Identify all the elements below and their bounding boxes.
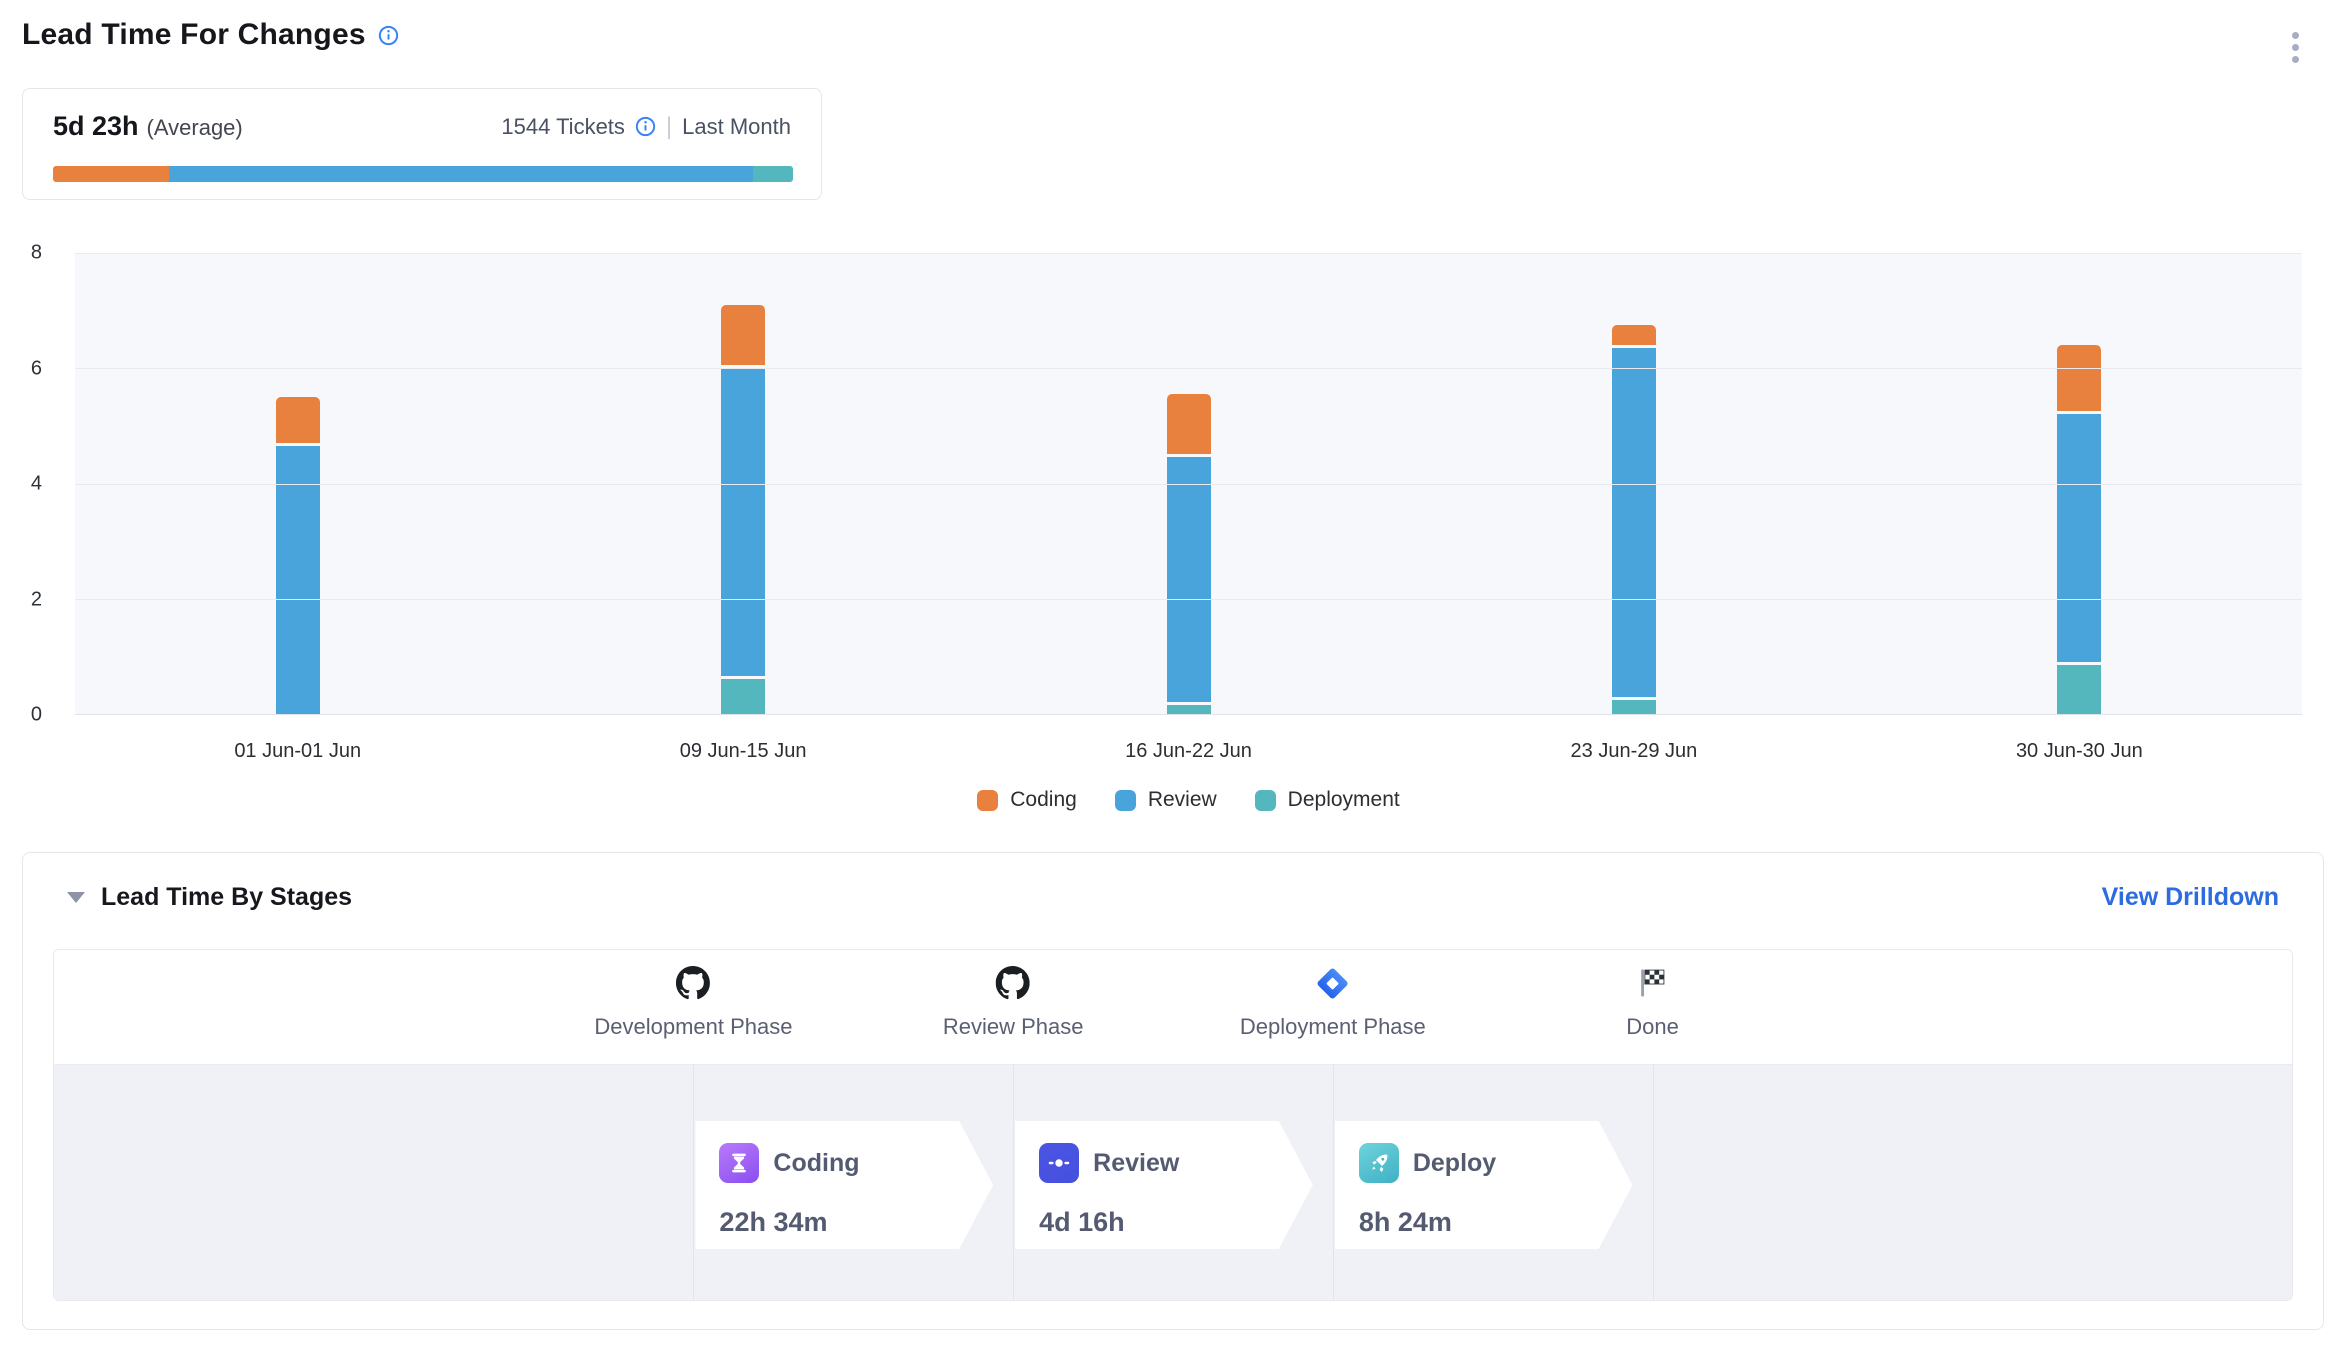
separator: | xyxy=(666,113,672,141)
y-axis-tick-label: 0 xyxy=(31,704,42,727)
collapse-triangle-icon[interactable] xyxy=(67,892,85,903)
bar-segment-coding[interactable] xyxy=(276,397,320,443)
stage-table-body: Coding 22h 34m Review 4d 16h Deploy 8h 24m xyxy=(54,1064,2292,1300)
legend-label: Deployment xyxy=(1288,788,1400,812)
bar-segment-review[interactable] xyxy=(276,446,320,714)
phase-divider-line xyxy=(693,1064,694,1300)
bar-segment-deployment[interactable] xyxy=(721,679,765,714)
rocket-icon xyxy=(1359,1143,1399,1183)
stage-value: 8h 24m xyxy=(1359,1207,1633,1238)
kebab-menu-icon[interactable] xyxy=(2288,28,2303,67)
widget-header: Lead Time For Changes xyxy=(22,18,399,52)
hourglass-icon xyxy=(719,1143,759,1183)
phase-marker-done: Done xyxy=(1626,964,1679,1040)
stage-card-review[interactable]: Review 4d 16h xyxy=(1015,1121,1313,1249)
summary-progress-review xyxy=(169,166,753,182)
bar-segment-review[interactable] xyxy=(1612,348,1656,697)
x-axis-label: 23 Jun-29 Jun xyxy=(1411,740,1856,763)
gridline xyxy=(75,599,2302,600)
summary-progress-deployment xyxy=(753,166,793,182)
legend-swatch xyxy=(1255,790,1276,811)
legend-swatch xyxy=(1115,790,1136,811)
phase-label: Done xyxy=(1626,1014,1679,1040)
checkered-flag-icon xyxy=(1634,964,1672,1002)
bar-segment-review[interactable] xyxy=(1167,457,1211,702)
stage-table-header: Development Phase Review Phase Deployment … xyxy=(54,950,2292,1064)
legend-swatch xyxy=(977,790,998,811)
y-axis-tick-label: 4 xyxy=(31,473,42,496)
bar-segment-deployment[interactable] xyxy=(1167,705,1211,714)
legend-label: Review xyxy=(1148,788,1217,812)
plot-area xyxy=(75,253,2302,715)
legend-item-coding[interactable]: Coding xyxy=(977,788,1077,812)
stage-card-header: Deploy xyxy=(1359,1143,1633,1183)
phase-marker-development-phase: Development Phase xyxy=(594,964,792,1040)
stages-title: Lead Time By Stages xyxy=(101,883,352,912)
y-axis-labels: 02468 xyxy=(0,253,48,715)
legend-item-deployment[interactable]: Deployment xyxy=(1255,788,1400,812)
phase-marker-deployment-phase: Deployment Phase xyxy=(1240,964,1426,1040)
jira-diamond-icon xyxy=(1314,964,1352,1002)
gridline xyxy=(75,253,2302,254)
lead-time-by-stages-panel: Lead Time By Stages View Drilldown Devel… xyxy=(22,852,2324,1330)
bar-segment-deployment[interactable] xyxy=(1612,700,1656,714)
phase-divider-line xyxy=(1653,1064,1654,1300)
phase-divider-line xyxy=(1013,1064,1014,1300)
x-axis-label: 09 Jun-15 Jun xyxy=(520,740,965,763)
bar-segment-coding[interactable] xyxy=(2057,345,2101,411)
bar-segment-review[interactable] xyxy=(721,368,765,676)
y-axis-tick-label: 8 xyxy=(31,242,42,265)
view-drilldown-link[interactable]: View Drilldown xyxy=(2102,883,2279,912)
chart-legend: Coding Review Deployment xyxy=(75,788,2302,812)
x-axis-labels: 01 Jun-01 Jun09 Jun-15 Jun16 Jun-22 Jun2… xyxy=(75,740,2302,763)
bar-segment-review[interactable] xyxy=(2057,414,2101,662)
summary-progress-bar xyxy=(53,166,793,182)
bar-segment-coding[interactable] xyxy=(721,305,765,366)
x-axis-label: 01 Jun-01 Jun xyxy=(75,740,520,763)
legend-item-review[interactable]: Review xyxy=(1115,788,1217,812)
github-icon xyxy=(994,964,1032,1002)
bar-segment-deployment[interactable] xyxy=(2057,665,2101,714)
bar-segment-coding[interactable] xyxy=(1167,394,1211,455)
stage-card-header: Coding xyxy=(719,1143,993,1183)
bar-segment-coding[interactable] xyxy=(1612,325,1656,345)
stage-table: Development Phase Review Phase Deployment … xyxy=(53,949,2293,1301)
stages-header: Lead Time By Stages View Drilldown xyxy=(67,883,2279,912)
title-info-icon[interactable] xyxy=(378,25,399,46)
average-label: (Average) xyxy=(147,115,243,141)
stage-card-coding[interactable]: Coding 22h 34m xyxy=(695,1121,993,1249)
stage-card-deploy[interactable]: Deploy 8h 24m xyxy=(1335,1121,1633,1249)
github-icon xyxy=(674,964,712,1002)
x-axis-label: 16 Jun-22 Jun xyxy=(966,740,1411,763)
gridline xyxy=(75,368,2302,369)
gridline xyxy=(75,484,2302,485)
stage-value: 4d 16h xyxy=(1039,1207,1313,1238)
phase-marker-review-phase: Review Phase xyxy=(943,964,1084,1040)
y-axis-tick-label: 6 xyxy=(31,357,42,380)
stage-card-header: Review xyxy=(1039,1143,1313,1183)
summary-card: 5d 23h (Average) 1544 Tickets | Last Mon… xyxy=(22,88,822,200)
tickets-info-icon[interactable] xyxy=(635,116,656,137)
phase-label: Review Phase xyxy=(943,1014,1084,1040)
stage-value: 22h 34m xyxy=(719,1207,993,1238)
lead-time-for-changes-widget: Lead Time For Changes 5d 23h (Average) 1… xyxy=(0,0,2344,1352)
phase-divider-line xyxy=(1333,1064,1334,1300)
period-label: Last Month xyxy=(682,114,791,140)
stage-label: Deploy xyxy=(1413,1149,1496,1178)
average-lead-time-value: 5d 23h xyxy=(53,111,139,142)
stage-label: Review xyxy=(1093,1149,1179,1178)
phase-label: Deployment Phase xyxy=(1240,1014,1426,1040)
page-title: Lead Time For Changes xyxy=(22,18,366,52)
commit-icon xyxy=(1039,1143,1079,1183)
legend-label: Coding xyxy=(1010,788,1077,812)
tickets-count: 1544 Tickets xyxy=(501,114,625,140)
y-axis-tick-label: 2 xyxy=(31,588,42,611)
summary-progress-coding xyxy=(53,166,169,182)
x-axis-label: 30 Jun-30 Jun xyxy=(1857,740,2302,763)
phase-label: Development Phase xyxy=(594,1014,792,1040)
stage-label: Coding xyxy=(773,1149,859,1178)
